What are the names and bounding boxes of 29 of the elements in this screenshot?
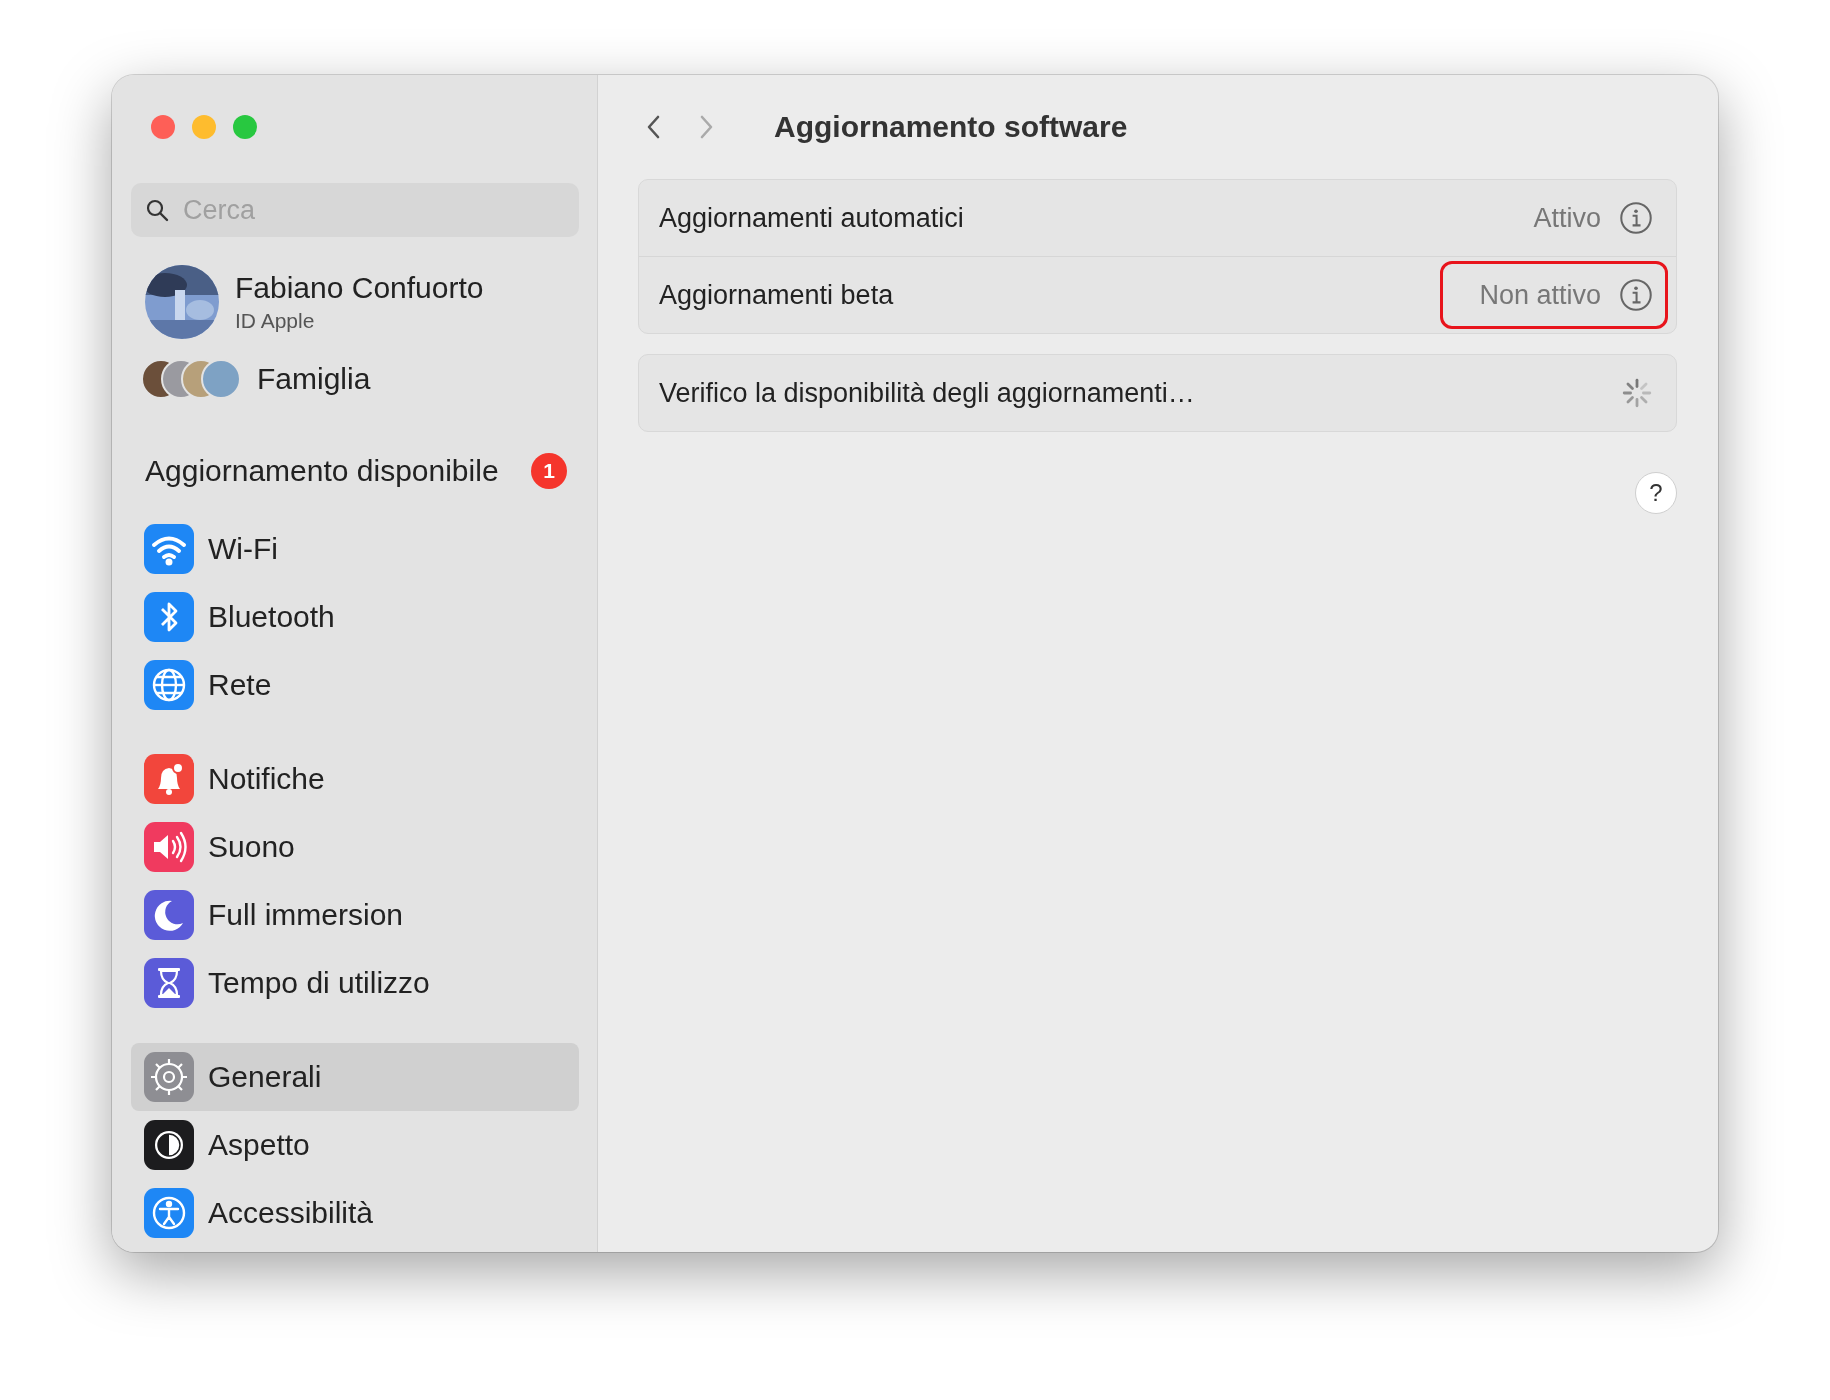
info-button[interactable] <box>1619 201 1653 235</box>
help-button[interactable]: ? <box>1635 472 1677 514</box>
setting-value: Attivo <box>1533 202 1601 234</box>
search-icon <box>145 198 169 222</box>
sidebar-item[interactable]: Bluetooth <box>131 583 579 651</box>
sidebar-item[interactable]: Tempo di utilizzo <box>131 949 579 1017</box>
close-button[interactable] <box>151 115 175 139</box>
sidebar-item[interactable]: Rete <box>131 651 579 719</box>
setting-label: Verifico la disponibilità degli aggiornamenti… <box>659 377 1195 409</box>
family-label[interactable]: Famiglia <box>257 362 371 396</box>
minimize-button[interactable] <box>192 115 216 139</box>
info-button[interactable] <box>1619 278 1653 312</box>
spinner-icon <box>1621 377 1653 409</box>
sidebar-item[interactable]: Accessibilità <box>131 1179 579 1247</box>
update-available-label[interactable]: Aggiornamento disponibile <box>145 454 499 488</box>
account-subtitle: ID Apple <box>235 309 316 333</box>
setting-label: Aggiornamenti automatici <box>659 202 964 234</box>
update-count-badge: 1 <box>531 453 567 489</box>
setting-label: Aggiornamenti beta <box>659 279 894 311</box>
sidebar-item[interactable]: Notifiche <box>131 745 579 813</box>
sidebar-item[interactable]: Aspetto <box>131 1111 579 1179</box>
window-title: Aggiornamento software <box>774 110 1128 144</box>
sidebar-item[interactable]: Generali <box>131 1043 579 1111</box>
account-name[interactable]: Fabiano Confuorto <box>235 271 484 305</box>
zoom-button[interactable] <box>233 115 257 139</box>
sidebar-item[interactable]: Full immersion <box>131 881 579 949</box>
sidebar-item[interactable]: Suono <box>131 813 579 881</box>
setting-value: Non attivo <box>1479 279 1601 311</box>
sidebar-item[interactable]: Wi-Fi <box>131 515 579 583</box>
